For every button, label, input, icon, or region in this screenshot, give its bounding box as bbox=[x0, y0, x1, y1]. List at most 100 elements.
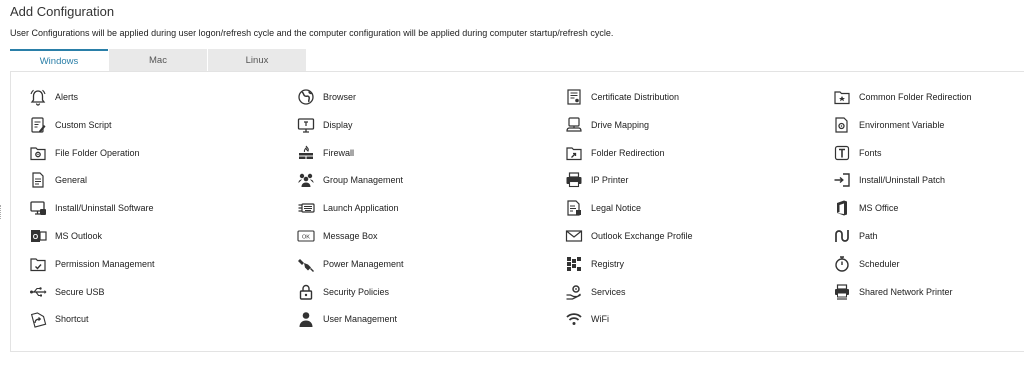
config-item-display[interactable]: Display bbox=[297, 114, 353, 136]
network-printer-icon bbox=[833, 283, 851, 301]
legal-notice-icon bbox=[565, 199, 583, 217]
config-item-registry[interactable]: Registry bbox=[565, 253, 624, 275]
config-item-label: Display bbox=[323, 119, 353, 130]
message-box-icon: OK bbox=[297, 227, 315, 245]
script-icon bbox=[29, 116, 47, 134]
plug-icon bbox=[297, 255, 315, 273]
config-item-drive-mapping[interactable]: Drive Mapping bbox=[565, 114, 649, 136]
config-item-shortcut[interactable]: Shortcut bbox=[29, 308, 89, 330]
printer-icon bbox=[565, 171, 583, 189]
config-item-label: Power Management bbox=[323, 258, 404, 269]
config-item-label: Certificate Distribution bbox=[591, 92, 680, 102]
resize-handle[interactable] bbox=[0, 205, 6, 219]
config-item-label: Services bbox=[591, 286, 626, 297]
config-item-environment-variable[interactable]: Environment Variable bbox=[833, 114, 944, 136]
mail-icon bbox=[565, 227, 583, 245]
document-icon bbox=[29, 171, 47, 189]
office-icon bbox=[833, 199, 851, 217]
config-item-outlook-exchange-profile[interactable]: Outlook Exchange Profile bbox=[565, 225, 693, 247]
config-item-label: Registry bbox=[591, 258, 625, 269]
monitor-software-icon bbox=[29, 199, 47, 217]
path-icon bbox=[833, 227, 851, 245]
config-item-path[interactable]: Path bbox=[833, 225, 878, 247]
config-item-label: Custom Script bbox=[55, 119, 112, 130]
patch-icon bbox=[833, 171, 851, 189]
config-item-message-box[interactable]: OK Message Box bbox=[297, 225, 378, 247]
config-item-label: Group Management bbox=[323, 175, 404, 186]
config-item-label: Install/Uninstall Patch bbox=[859, 175, 946, 186]
config-item-legal-notice[interactable]: Legal Notice bbox=[565, 197, 641, 219]
config-item-permission-management[interactable]: Permission Management bbox=[29, 253, 155, 275]
config-item-ms-outlook[interactable]: O MS Outlook bbox=[29, 225, 102, 247]
tab-linux[interactable]: Linux bbox=[208, 49, 306, 71]
config-item-label: File Folder Operation bbox=[55, 147, 140, 158]
config-item-group-management[interactable]: Group Management bbox=[297, 169, 403, 191]
config-item-scheduler[interactable]: Scheduler bbox=[833, 253, 900, 275]
config-item-label: MS Outlook bbox=[55, 231, 103, 241]
config-item-firewall[interactable]: Firewall bbox=[297, 142, 354, 164]
config-item-certificate-distribution[interactable]: Certificate Distribution bbox=[565, 86, 679, 108]
config-item-common-folder-redirection[interactable]: Common Folder Redirection bbox=[833, 86, 972, 108]
config-item-install-uninstall-software[interactable]: Install/Uninstall Software bbox=[29, 197, 154, 219]
config-item-label: Launch Application bbox=[323, 203, 399, 214]
stopwatch-icon bbox=[833, 255, 851, 273]
config-item-label: Drive Mapping bbox=[591, 119, 650, 130]
config-item-label: Shared Network Printer bbox=[859, 286, 953, 297]
os-tabs: Windows Mac Linux bbox=[10, 49, 307, 71]
group-icon bbox=[297, 171, 315, 189]
keyboard-icon bbox=[297, 199, 315, 217]
config-item-general[interactable]: General bbox=[29, 169, 87, 191]
folder-check-icon bbox=[29, 255, 47, 273]
config-item-folder-redirection[interactable]: Folder Redirection bbox=[565, 142, 665, 164]
wifi-icon bbox=[565, 310, 583, 328]
lock-icon bbox=[297, 283, 315, 301]
services-icon bbox=[565, 283, 583, 301]
config-item-label: IP Printer bbox=[591, 175, 629, 186]
config-item-browser[interactable]: Browser bbox=[297, 86, 356, 108]
svg-text:O: O bbox=[33, 234, 39, 241]
config-item-file-folder-operation[interactable]: File Folder Operation bbox=[29, 142, 140, 164]
config-item-label: WiFi bbox=[591, 314, 609, 325]
globe-icon bbox=[297, 88, 315, 106]
config-item-label: User Management bbox=[323, 314, 398, 325]
config-item-custom-script[interactable]: Custom Script bbox=[29, 114, 112, 136]
folder-arrow-icon bbox=[565, 144, 583, 162]
config-item-label: Folder Redirection bbox=[591, 147, 665, 158]
shortcut-icon bbox=[29, 310, 47, 329]
config-item-shared-network-printer[interactable]: Shared Network Printer bbox=[833, 281, 953, 303]
config-item-ms-office[interactable]: MS Office bbox=[833, 197, 898, 219]
configuration-grid: Alerts Custom Script File Folder Operation… bbox=[29, 86, 1024, 336]
config-item-label: Shortcut bbox=[55, 314, 89, 325]
config-item-fonts[interactable]: Fonts bbox=[833, 142, 882, 164]
config-item-label: Secure USB bbox=[55, 286, 105, 297]
config-item-label: Legal Notice bbox=[591, 203, 642, 214]
config-item-label: MS Office bbox=[859, 203, 899, 214]
config-item-label: Firewall bbox=[323, 147, 355, 158]
folder-star-icon bbox=[833, 88, 851, 106]
config-item-label: Install/Uninstall Software bbox=[55, 203, 154, 214]
config-item-label: Scheduler bbox=[859, 258, 900, 269]
config-item-label: Permission Management bbox=[55, 258, 155, 269]
tab-mac[interactable]: Mac bbox=[109, 49, 207, 71]
config-item-label: Alerts bbox=[55, 92, 79, 102]
tab-windows[interactable]: Windows bbox=[10, 49, 108, 71]
config-item-label: General bbox=[55, 175, 88, 186]
display-icon bbox=[297, 116, 315, 134]
svg-text:OK: OK bbox=[302, 235, 310, 241]
config-item-services[interactable]: Services bbox=[565, 281, 626, 303]
bell-icon bbox=[29, 88, 47, 106]
environment-icon bbox=[833, 116, 851, 134]
config-item-launch-application[interactable]: Launch Application bbox=[297, 197, 399, 219]
user-icon bbox=[297, 310, 315, 328]
config-item-install-uninstall-patch[interactable]: Install/Uninstall Patch bbox=[833, 169, 945, 191]
config-item-power-management[interactable]: Power Management bbox=[297, 253, 404, 275]
firewall-icon bbox=[297, 144, 315, 162]
outlook-icon: O bbox=[29, 227, 47, 245]
config-item-user-management[interactable]: User Management bbox=[297, 308, 397, 330]
page-title: Add Configuration bbox=[10, 4, 115, 19]
config-item-wifi[interactable]: WiFi bbox=[565, 308, 609, 330]
config-item-security-policies[interactable]: Security Policies bbox=[297, 281, 389, 303]
config-item-ip-printer[interactable]: IP Printer bbox=[565, 169, 628, 191]
config-item-alerts[interactable]: Alerts bbox=[29, 86, 78, 108]
config-item-secure-usb[interactable]: Secure USB bbox=[29, 281, 105, 303]
